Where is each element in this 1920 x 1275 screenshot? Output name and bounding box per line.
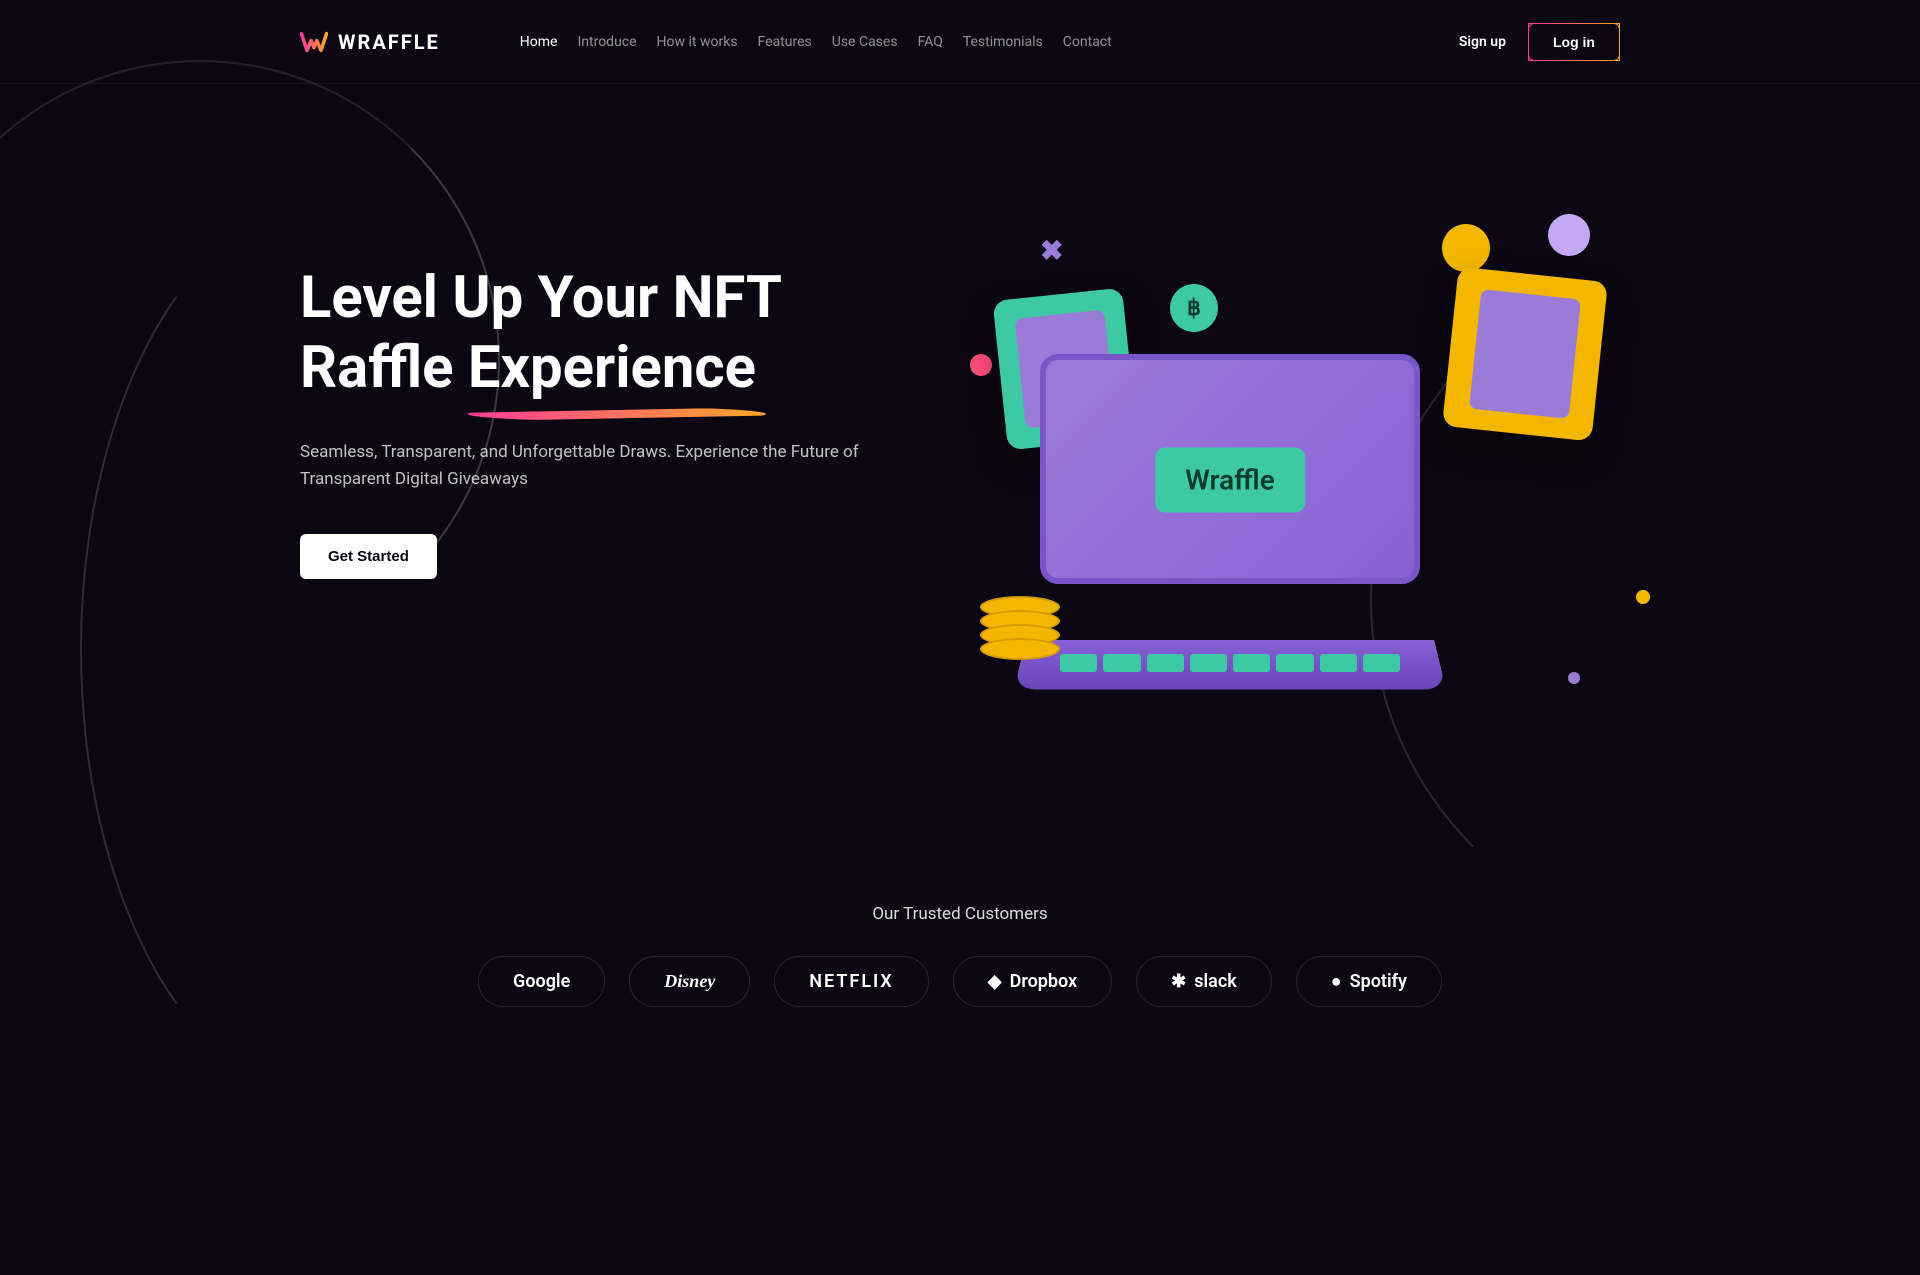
login-button[interactable]: Log in xyxy=(1528,23,1620,61)
hero-title-word-raffle: Raffle xyxy=(300,334,453,402)
customer-netflix: NETFLIX xyxy=(774,956,928,1007)
nav-item-how-it-works[interactable]: How it works xyxy=(657,34,738,50)
slack-icon: ✱ xyxy=(1171,971,1186,992)
nav-item-contact[interactable]: Contact xyxy=(1063,34,1112,50)
dropbox-icon: ◆ xyxy=(988,971,1002,992)
site-header: WRAFFLE Home Introduce How it works Feat… xyxy=(0,0,1920,84)
coin-purple-icon xyxy=(1548,214,1590,256)
x-decoration-icon: ✖ xyxy=(1040,234,1064,258)
customer-dropbox: ◆Dropbox xyxy=(953,956,1112,1007)
hero-section: Level Up Your NFT Raffle Experience Seam… xyxy=(0,84,1920,724)
spotify-icon: ● xyxy=(1331,971,1342,992)
customers-section: Our Trusted Customers Google Disney NETF… xyxy=(0,904,1920,1007)
hero-subtitle: Seamless, Transparent, and Unforgettable… xyxy=(300,439,880,493)
nft-card-right xyxy=(1442,267,1608,442)
nav-item-testimonials[interactable]: Testimonials xyxy=(963,34,1043,50)
coin-stack-icon xyxy=(980,604,1070,704)
dot-magenta-icon xyxy=(970,354,992,376)
signup-link[interactable]: Sign up xyxy=(1459,34,1506,50)
logo-text: WRAFFLE xyxy=(338,30,440,54)
customers-title: Our Trusted Customers xyxy=(0,904,1920,924)
nav-item-home[interactable]: Home xyxy=(520,34,558,50)
hero-illustration: ✖ ฿ Wraffle xyxy=(980,244,1620,724)
logo[interactable]: WRAFFLE xyxy=(300,30,440,54)
nav-item-introduce[interactable]: Introduce xyxy=(577,34,636,50)
nav-item-faq[interactable]: FAQ xyxy=(918,34,943,50)
illustration-label: Wraffle xyxy=(1155,447,1305,512)
coin-green-icon: ฿ xyxy=(1170,284,1218,332)
dot-yellow-icon xyxy=(1636,590,1650,604)
nav-item-features[interactable]: Features xyxy=(758,34,812,50)
laptop-icon: Wraffle xyxy=(1040,354,1460,654)
hero-title: Level Up Your NFT Raffle Experience xyxy=(300,264,920,403)
logo-icon xyxy=(300,30,328,54)
dot-purple-icon xyxy=(1568,672,1580,684)
coin-yellow-icon xyxy=(1442,224,1490,272)
customer-google: Google xyxy=(478,956,605,1007)
customer-slack: ✱slack xyxy=(1136,956,1272,1007)
hero-title-word-experience: Experience xyxy=(468,334,756,404)
get-started-button[interactable]: Get Started xyxy=(300,534,437,579)
customer-disney: Disney xyxy=(629,956,750,1007)
nav-item-use-cases[interactable]: Use Cases xyxy=(832,34,898,50)
main-nav: Home Introduce How it works Features Use… xyxy=(520,34,1112,50)
customer-spotify: ●Spotify xyxy=(1296,956,1442,1007)
hero-title-line1: Level Up Your NFT xyxy=(300,264,782,332)
